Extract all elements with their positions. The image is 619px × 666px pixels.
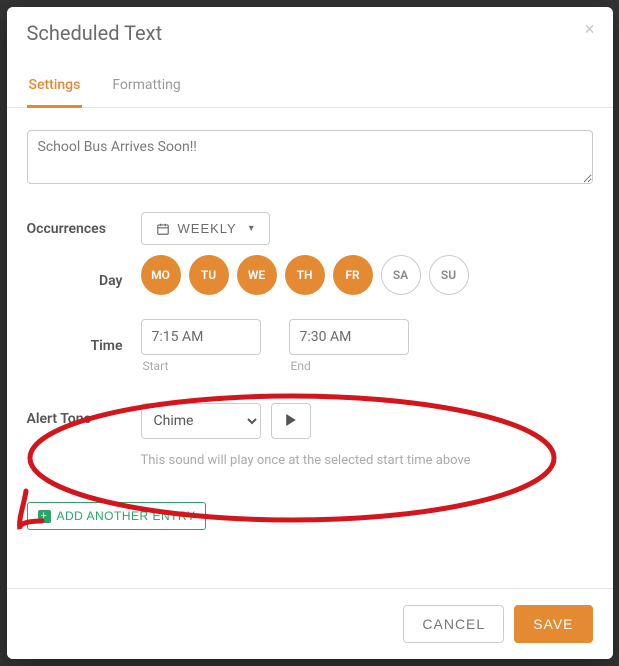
day-picker: MOTUWETHFRSASU [141, 255, 593, 295]
modal-header: Scheduled Text × [7, 7, 613, 55]
end-time-field: End [289, 319, 409, 373]
day-tu[interactable]: TU [189, 255, 229, 295]
tab-formatting[interactable]: Formatting [110, 67, 182, 107]
frequency-value: WEEKLY [178, 221, 237, 236]
plus-icon: + [38, 510, 51, 523]
day-su[interactable]: SU [429, 255, 469, 295]
day-mo[interactable]: MO [141, 255, 181, 295]
add-another-entry-button[interactable]: + ADD ANOTHER ENTRY [27, 502, 207, 530]
play-button[interactable] [271, 403, 311, 439]
save-button[interactable]: SAVE [514, 605, 592, 643]
start-time-field: Start [141, 319, 261, 373]
day-we[interactable]: WE [237, 255, 277, 295]
frequency-dropdown[interactable]: WEEKLY ▾ [141, 212, 270, 245]
time-label: Time [27, 338, 123, 354]
occurrences-row: Occurrences WEEKLY ▾ [27, 212, 593, 245]
alert-tone-hint: This sound will play once at the selecte… [141, 453, 471, 468]
play-icon [285, 414, 297, 429]
tabs: Settings Formatting [7, 67, 613, 108]
occurrences-label: Occurrences [27, 221, 123, 237]
cancel-button[interactable]: CANCEL [403, 605, 504, 643]
alert-tone-controls: Chime This sound will play once at the s… [141, 403, 471, 468]
alert-tone-row: Alert Tone Chime This sound will play on… [27, 403, 593, 468]
alert-tone-select[interactable]: Chime [141, 403, 261, 439]
time-row: Time Start End [27, 319, 593, 373]
end-caption: End [289, 359, 409, 373]
day-sa[interactable]: SA [381, 255, 421, 295]
calendar-icon [156, 222, 170, 236]
day-label: Day [27, 273, 123, 289]
add-entry-label: ADD ANOTHER ENTRY [57, 509, 196, 523]
scheduled-text-modal: Scheduled Text × Settings Formatting Sch… [7, 7, 613, 659]
modal-body: School Bus Arrives Soon!! Occurrences WE… [7, 108, 613, 540]
time-inputs: Start End [141, 319, 409, 373]
tab-settings[interactable]: Settings [27, 67, 83, 108]
modal-footer: CANCEL SAVE [7, 588, 613, 659]
alert-tone-label: Alert Tone [27, 403, 123, 427]
start-caption: Start [141, 359, 261, 373]
day-th[interactable]: TH [285, 255, 325, 295]
end-time-input[interactable] [289, 319, 409, 355]
modal-title: Scheduled Text [27, 21, 593, 45]
message-textarea[interactable]: School Bus Arrives Soon!! [27, 130, 593, 184]
caret-down-icon: ▾ [249, 223, 255, 234]
close-icon[interactable]: × [585, 21, 595, 39]
start-time-input[interactable] [141, 319, 261, 355]
day-fr[interactable]: FR [333, 255, 373, 295]
